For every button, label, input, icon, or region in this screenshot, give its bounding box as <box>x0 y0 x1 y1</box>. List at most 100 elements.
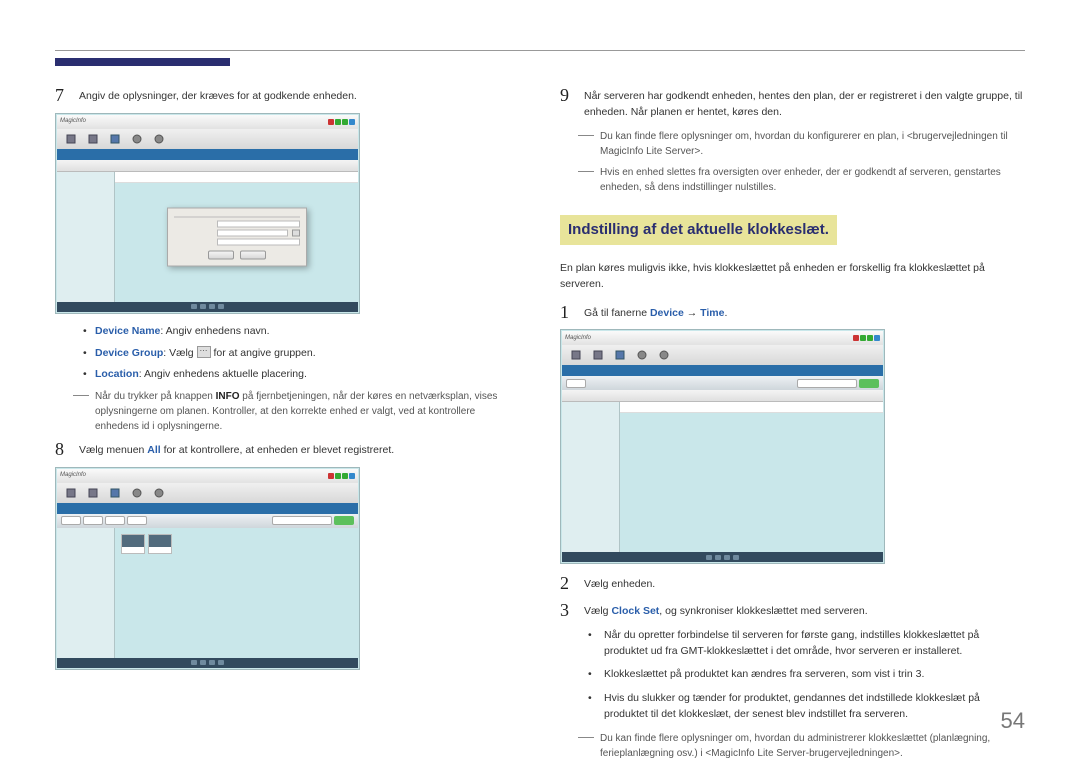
step-text: Gå til fanerne Device → Time. <box>584 303 1025 322</box>
clock-bullets: Når du opretter forbindelse til serveren… <box>588 628 1025 723</box>
dash-icon <box>578 135 594 136</box>
bullet-device-name: Device Name: Angiv enhedens navn. <box>83 324 520 340</box>
bullet-device-group: Device Group: Vælg for at angive gruppen… <box>83 346 520 362</box>
page-number: 54 <box>1001 704 1025 737</box>
step-1: 1 Gå til fanerne Device → Time. <box>560 303 1025 322</box>
nav-icon <box>570 349 582 361</box>
bottom-bar <box>57 302 358 312</box>
sidebar <box>57 172 115 302</box>
search-input <box>797 379 857 388</box>
screenshot-time-tab: MagicInfo <box>560 329 1025 564</box>
dash-icon <box>578 171 594 172</box>
sidebar <box>57 528 115 658</box>
step-number: 9 <box>560 86 574 104</box>
browse-icon <box>197 346 211 358</box>
left-column: 7 Angiv de oplysninger, der kræves for a… <box>55 86 520 767</box>
sidebar <box>562 402 620 552</box>
nav-icon <box>109 487 121 499</box>
bullet: Hvis du slukker og tænder for produktet,… <box>588 691 1025 723</box>
nav-icon <box>131 133 143 145</box>
section-title: Indstilling af det aktuelle klokkeslæt. <box>560 215 837 246</box>
nav-icon <box>153 487 165 499</box>
bullet: Når du opretter forbindelse til serveren… <box>588 628 1025 660</box>
approve-dialog <box>167 207 307 266</box>
note-info: Når du trykker på knappen INFO på fjernb… <box>73 389 520 434</box>
step-3: 3 Vælg Clock Set, og synkroniser klokkes… <box>560 601 1025 620</box>
ok-button <box>208 250 234 259</box>
dash-icon <box>73 395 89 396</box>
cancel-button <box>240 250 266 259</box>
search-button <box>859 379 879 388</box>
content-columns: 7 Angiv de oplysninger, der kræves for a… <box>55 86 1025 767</box>
sub-tabs <box>562 365 883 376</box>
step-2: 2 Vælg enheden. <box>560 574 1025 593</box>
toolbar <box>57 129 358 149</box>
step-8: 8 Vælg menuen All for at kontrollere, at… <box>55 440 520 459</box>
label: Location <box>95 368 139 380</box>
label: Device Group <box>95 347 163 359</box>
step-7: 7 Angiv de oplysninger, der kræves for a… <box>55 86 520 105</box>
app-logo: MagicInfo <box>60 117 86 126</box>
step-text: Vælg enheden. <box>584 574 1025 593</box>
bullet-location: Location: Angiv enhedens aktuelle placer… <box>83 367 520 383</box>
nav-icon <box>658 349 670 361</box>
dash-icon <box>578 737 594 738</box>
main-area <box>115 172 358 302</box>
nav-icon <box>65 133 77 145</box>
search-input <box>272 516 332 525</box>
step-number: 3 <box>560 601 574 619</box>
action-bar <box>57 514 358 528</box>
table-header <box>57 160 358 172</box>
bottom-bar <box>562 552 883 562</box>
nav-icon <box>87 487 99 499</box>
sub-tabs <box>57 149 358 160</box>
note-9b: Hvis en enhed slettes fra oversigten ove… <box>578 165 1025 195</box>
app-logo: MagicInfo <box>565 334 591 343</box>
nav-icon <box>87 133 99 145</box>
browse-button-icon <box>292 229 300 236</box>
note-bottom: Du kan finde flere oplysninger om, hvord… <box>578 731 1025 761</box>
chapter-accent-bar <box>55 58 230 66</box>
screenshot-approve-dialog: MagicInfo <box>55 113 520 314</box>
status-indicators <box>328 473 355 479</box>
status-indicators <box>853 335 880 341</box>
nav-icon <box>65 487 77 499</box>
toolbar <box>57 483 358 503</box>
screenshot-device-list: MagicInfo <box>55 467 520 670</box>
bottom-bar <box>57 658 358 668</box>
step-number: 1 <box>560 303 574 321</box>
nav-icon <box>636 349 648 361</box>
nav-icon <box>153 133 165 145</box>
field-bullets: Device Name: Angiv enhedens navn. Device… <box>83 324 520 383</box>
label: Device Name <box>95 325 160 337</box>
note-9a: Du kan finde flere oplysninger om, hvord… <box>578 129 1025 159</box>
top-rule <box>55 50 1025 51</box>
search-button <box>334 516 354 525</box>
action-bar <box>562 376 883 390</box>
nav-icon <box>614 349 626 361</box>
nav-icon <box>109 133 121 145</box>
step-9: 9 Når serveren har godkendt enheden, hen… <box>560 86 1025 121</box>
status-indicators <box>328 119 355 125</box>
table-header <box>562 390 883 402</box>
step-number: 8 <box>55 440 69 458</box>
step-number: 2 <box>560 574 574 592</box>
device-card <box>148 534 172 554</box>
main-area <box>620 402 883 552</box>
step-text: Vælg menuen All for at kontrollere, at e… <box>79 440 520 459</box>
step-number: 7 <box>55 86 69 104</box>
step-text: Angiv de oplysninger, der kræves for at … <box>79 86 520 105</box>
bullet: Klokkeslættet på produktet kan ændres fr… <box>588 667 1025 683</box>
toolbar <box>562 345 883 365</box>
right-column: 9 Når serveren har godkendt enheden, hen… <box>560 86 1025 767</box>
main-area <box>115 528 358 658</box>
app-logo: MagicInfo <box>60 471 86 480</box>
nav-icon <box>131 487 143 499</box>
device-card <box>121 534 145 554</box>
step-text: Vælg Clock Set, og synkroniser klokkeslæ… <box>584 601 1025 620</box>
step-text: Når serveren har godkendt enheden, hente… <box>584 86 1025 121</box>
sub-tabs <box>57 503 358 514</box>
nav-icon <box>592 349 604 361</box>
section-intro: En plan køres muligvis ikke, hvis klokke… <box>560 261 1025 293</box>
dialog-title <box>174 214 300 217</box>
